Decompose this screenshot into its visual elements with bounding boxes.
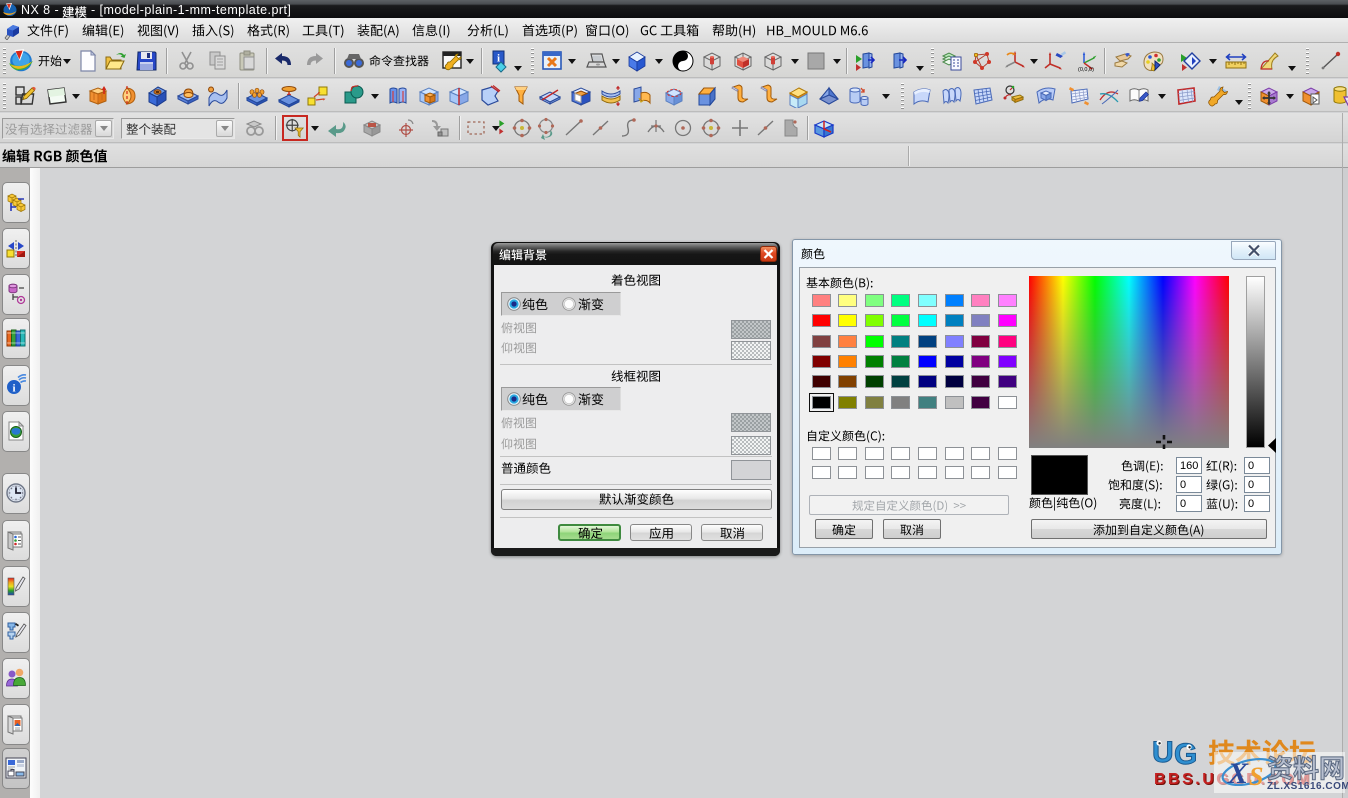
svg-text:U: U (1152, 736, 1174, 769)
svg-text:(0,0,0): (0,0,0) (1078, 67, 1094, 73)
svg-text:S: S (1249, 762, 1263, 791)
svg-text:i: i (12, 383, 15, 395)
svg-text:i: i (497, 53, 500, 65)
svg-text:G: G (1174, 738, 1197, 769)
svg-text:X: X (1227, 757, 1249, 790)
